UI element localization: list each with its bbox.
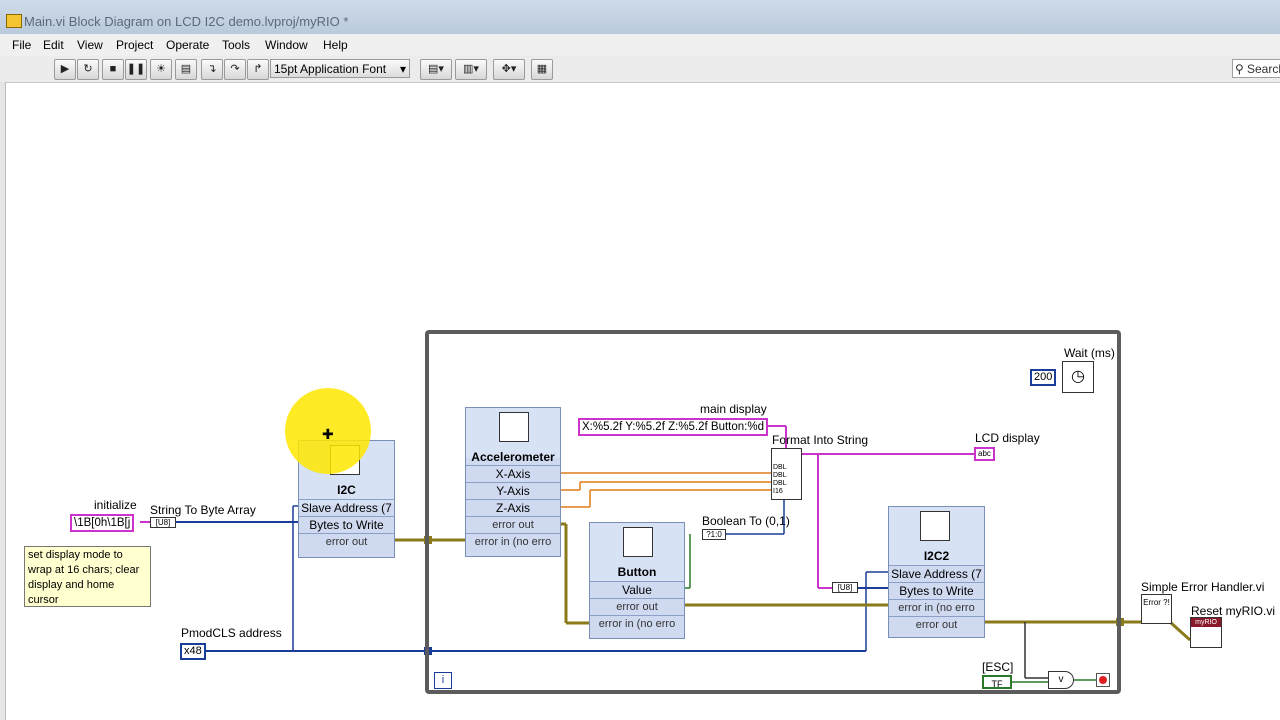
accelerometer-z-axis-terminal[interactable]: Z-Axis	[466, 499, 560, 516]
format-dbl-terminal-3: DBL	[773, 480, 787, 487]
accelerometer-name: Accelerometer	[471, 450, 555, 464]
lcd-display-label: LCD display	[975, 431, 1040, 445]
i2c-slave-address-terminal[interactable]: Slave Address (7	[299, 499, 394, 516]
simple-error-handler-node[interactable]: Error ?!	[1141, 594, 1172, 624]
format-i16-terminal: I16	[773, 488, 783, 495]
accelerometer-x-axis-terminal[interactable]: X-Axis	[466, 465, 560, 482]
format-dbl-terminal-2: DBL	[773, 472, 787, 479]
i2c2-name: I2C2	[923, 549, 950, 563]
button-name: Button	[617, 565, 657, 579]
pmod-address-label: PmodCLS address	[181, 626, 282, 640]
boolean-to-label: Boolean To (0,1)	[702, 514, 790, 528]
esc-label: [ESC]	[982, 660, 1014, 674]
button-error-in-terminal[interactable]: error in (no erro	[590, 615, 684, 632]
button-icon	[623, 527, 653, 557]
main-display-label: main display	[700, 402, 767, 416]
i2c2-error-out-terminal[interactable]: error out	[889, 616, 984, 633]
i2c2-chip-icon	[920, 511, 950, 541]
format-dbl-terminal-1: DBL	[773, 464, 787, 471]
string-to-byte-node[interactable]: [U8]	[150, 517, 176, 528]
format-into-string-node[interactable]: DBL DBL DBL I16	[771, 448, 802, 500]
string-to-byte-label: String To Byte Array	[150, 503, 256, 517]
format-into-string-label: Format Into String	[772, 433, 869, 447]
i2c-error-out-terminal[interactable]: error out	[299, 533, 394, 550]
accelerometer-error-out-terminal[interactable]: error out	[466, 516, 560, 533]
wait-ms-constant[interactable]: 200	[1030, 369, 1057, 386]
i2c2-bytes-to-write-terminal[interactable]: Bytes to Write	[889, 582, 984, 599]
esc-boolean-control[interactable]: TF	[982, 675, 1012, 689]
comment-label[interactable]: set display mode to wrap at 16 chars; cl…	[24, 546, 151, 607]
i2c-name: I2C	[337, 483, 356, 497]
simple-error-handler-label: Simple Error Handler.vi	[1141, 580, 1265, 594]
lcd-display-indicator[interactable]: abc	[974, 447, 995, 461]
accelerometer-icon	[499, 412, 529, 442]
cursor-icon: ✚	[322, 426, 334, 442]
initialize-label: initialize	[94, 498, 137, 512]
wait-label: Wait (ms)	[1064, 346, 1115, 360]
stop-terminal[interactable]	[1096, 673, 1110, 687]
wait-clock-icon[interactable]: ◷	[1062, 361, 1094, 393]
stop-icon	[1099, 676, 1107, 684]
main-display-format-constant[interactable]: X:%5.2f Y:%5.2f Z:%5.2f Button:%d	[578, 418, 768, 436]
button-value-terminal[interactable]: Value	[590, 581, 684, 598]
accelerometer-error-in-terminal[interactable]: error in (no erro	[466, 533, 560, 550]
reset-myrio-label: Reset myRIO.vi	[1191, 604, 1276, 618]
i2c2-slave-address-terminal[interactable]: Slave Address (7	[889, 565, 984, 582]
accelerometer-express-vi[interactable]: Accelerometer X-Axis Y-Axis Z-Axis error…	[465, 407, 561, 557]
i2c2-error-in-terminal[interactable]: error in (no erro	[889, 599, 984, 616]
reset-myrio-node[interactable]: myRIO	[1190, 617, 1222, 648]
pmod-address-constant[interactable]: x48	[180, 643, 206, 660]
initialize-string-constant[interactable]: \1B[0h\1B[j	[70, 514, 135, 532]
accelerometer-y-axis-terminal[interactable]: Y-Axis	[466, 482, 560, 499]
button-express-vi[interactable]: Button Value error out error in (no erro	[589, 522, 685, 639]
string-to-byte-node-2[interactable]: [U8]	[832, 582, 858, 593]
boolean-to-node[interactable]: ?1:0	[702, 529, 726, 540]
i2c-bytes-to-write-terminal[interactable]: Bytes to Write	[299, 516, 394, 533]
loop-iteration-terminal[interactable]: i	[434, 672, 452, 689]
button-error-out-terminal[interactable]: error out	[590, 598, 684, 615]
or-function-icon[interactable]: v	[1048, 671, 1074, 689]
i2c2-express-vi[interactable]: I2C2 Slave Address (7 Bytes to Write err…	[888, 506, 985, 638]
